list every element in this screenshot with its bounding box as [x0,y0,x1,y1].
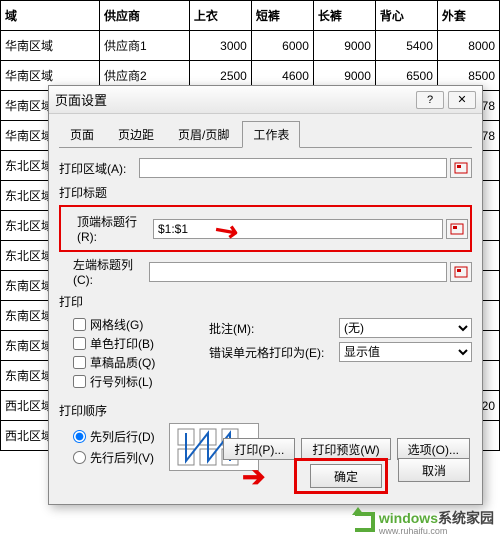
close-button[interactable]: ✕ [448,91,476,109]
cell[interactable]: 供应商1 [100,31,190,61]
comments-select[interactable]: (无) [339,318,472,338]
left-title-col-input[interactable] [149,262,447,282]
dialog-titlebar: 页面设置 ? ✕ [49,86,482,114]
tab-header-footer[interactable]: 页眉/页脚 [167,121,240,148]
left-col-ref-button[interactable] [450,262,472,282]
cell[interactable]: 华南区域 [1,31,100,61]
watermark-logo-icon [355,512,375,532]
page-setup-dialog: 页面设置 ? ✕ 页面 页边距 页眉/页脚 工作表 打印区域(A): 打印标题 … [48,85,483,505]
cancel-button[interactable]: 取消 [398,458,470,482]
column-header: 长裤 [313,1,375,31]
cell[interactable]: 3000 [189,31,251,61]
down-over-radio[interactable] [73,430,86,443]
ok-button[interactable]: 确定 [310,464,382,488]
draft-label: 草稿品质(Q) [90,354,155,371]
options-button[interactable]: 选项(O)... [397,438,470,460]
help-button[interactable]: ? [416,91,444,109]
bw-label: 单色打印(B) [90,335,154,352]
over-down-label: 先行后列(V) [90,449,154,466]
cell[interactable]: 9000 [313,31,375,61]
rowcol-label: 行号列标(L) [90,373,153,390]
cell[interactable]: 5400 [375,31,437,61]
top-title-row-input[interactable] [153,219,443,239]
gridlines-label: 网格线(G) [90,316,143,333]
order-label: 打印顺序 [59,402,472,419]
tab-sheet[interactable]: 工作表 [242,121,300,148]
dialog-title: 页面设置 [55,90,412,109]
column-header: 短裤 [251,1,313,31]
bw-checkbox[interactable] [73,337,86,350]
errors-label: 错误单元格打印为(E): [209,344,339,361]
column-header: 域 [1,1,100,31]
print-titles-label: 打印标题 [59,184,472,201]
left-title-col-label: 左端标题列(C): [59,256,149,287]
watermark-text: windows系统家园 [379,510,494,526]
print-preview-button[interactable]: 打印预览(W) [301,438,390,460]
ok-highlight: 确定 [294,458,388,494]
cell[interactable]: 8000 [437,31,499,61]
errors-select[interactable]: 显示值 [339,342,472,362]
print-button[interactable]: 打印(P)... [223,438,295,460]
watermark-url: www.ruhaifu.com [379,526,494,536]
print-area-ref-button[interactable] [450,158,472,178]
annotation-arrow-icon: ➔ [242,460,265,493]
gridlines-checkbox[interactable] [73,318,86,331]
tab-page[interactable]: 页面 [59,121,105,148]
watermark: windows系统家园 www.ruhaifu.com [355,508,494,536]
column-header: 外套 [437,1,499,31]
tab-margins[interactable]: 页边距 [107,121,165,148]
over-down-radio[interactable] [73,451,86,464]
draft-checkbox[interactable] [73,356,86,369]
cell[interactable]: 6000 [251,31,313,61]
down-over-label: 先列后行(D) [90,428,155,445]
comments-label: 批注(M): [209,320,339,337]
column-header: 供应商 [100,1,190,31]
dialog-tabs: 页面 页边距 页眉/页脚 工作表 [59,120,472,148]
top-row-ref-button[interactable] [446,219,468,239]
print-section-label: 打印 [59,293,472,310]
top-title-row-label: 顶端标题行(R): [63,213,153,244]
print-area-label: 打印区域(A): [59,160,139,177]
rowcol-checkbox[interactable] [73,375,86,388]
table-row: 华南区域供应商130006000900054008000 [1,31,500,61]
top-row-highlight: 顶端标题行(R): [59,205,472,252]
column-header: 背心 [375,1,437,31]
column-header: 上衣 [189,1,251,31]
print-area-input[interactable] [139,158,447,178]
